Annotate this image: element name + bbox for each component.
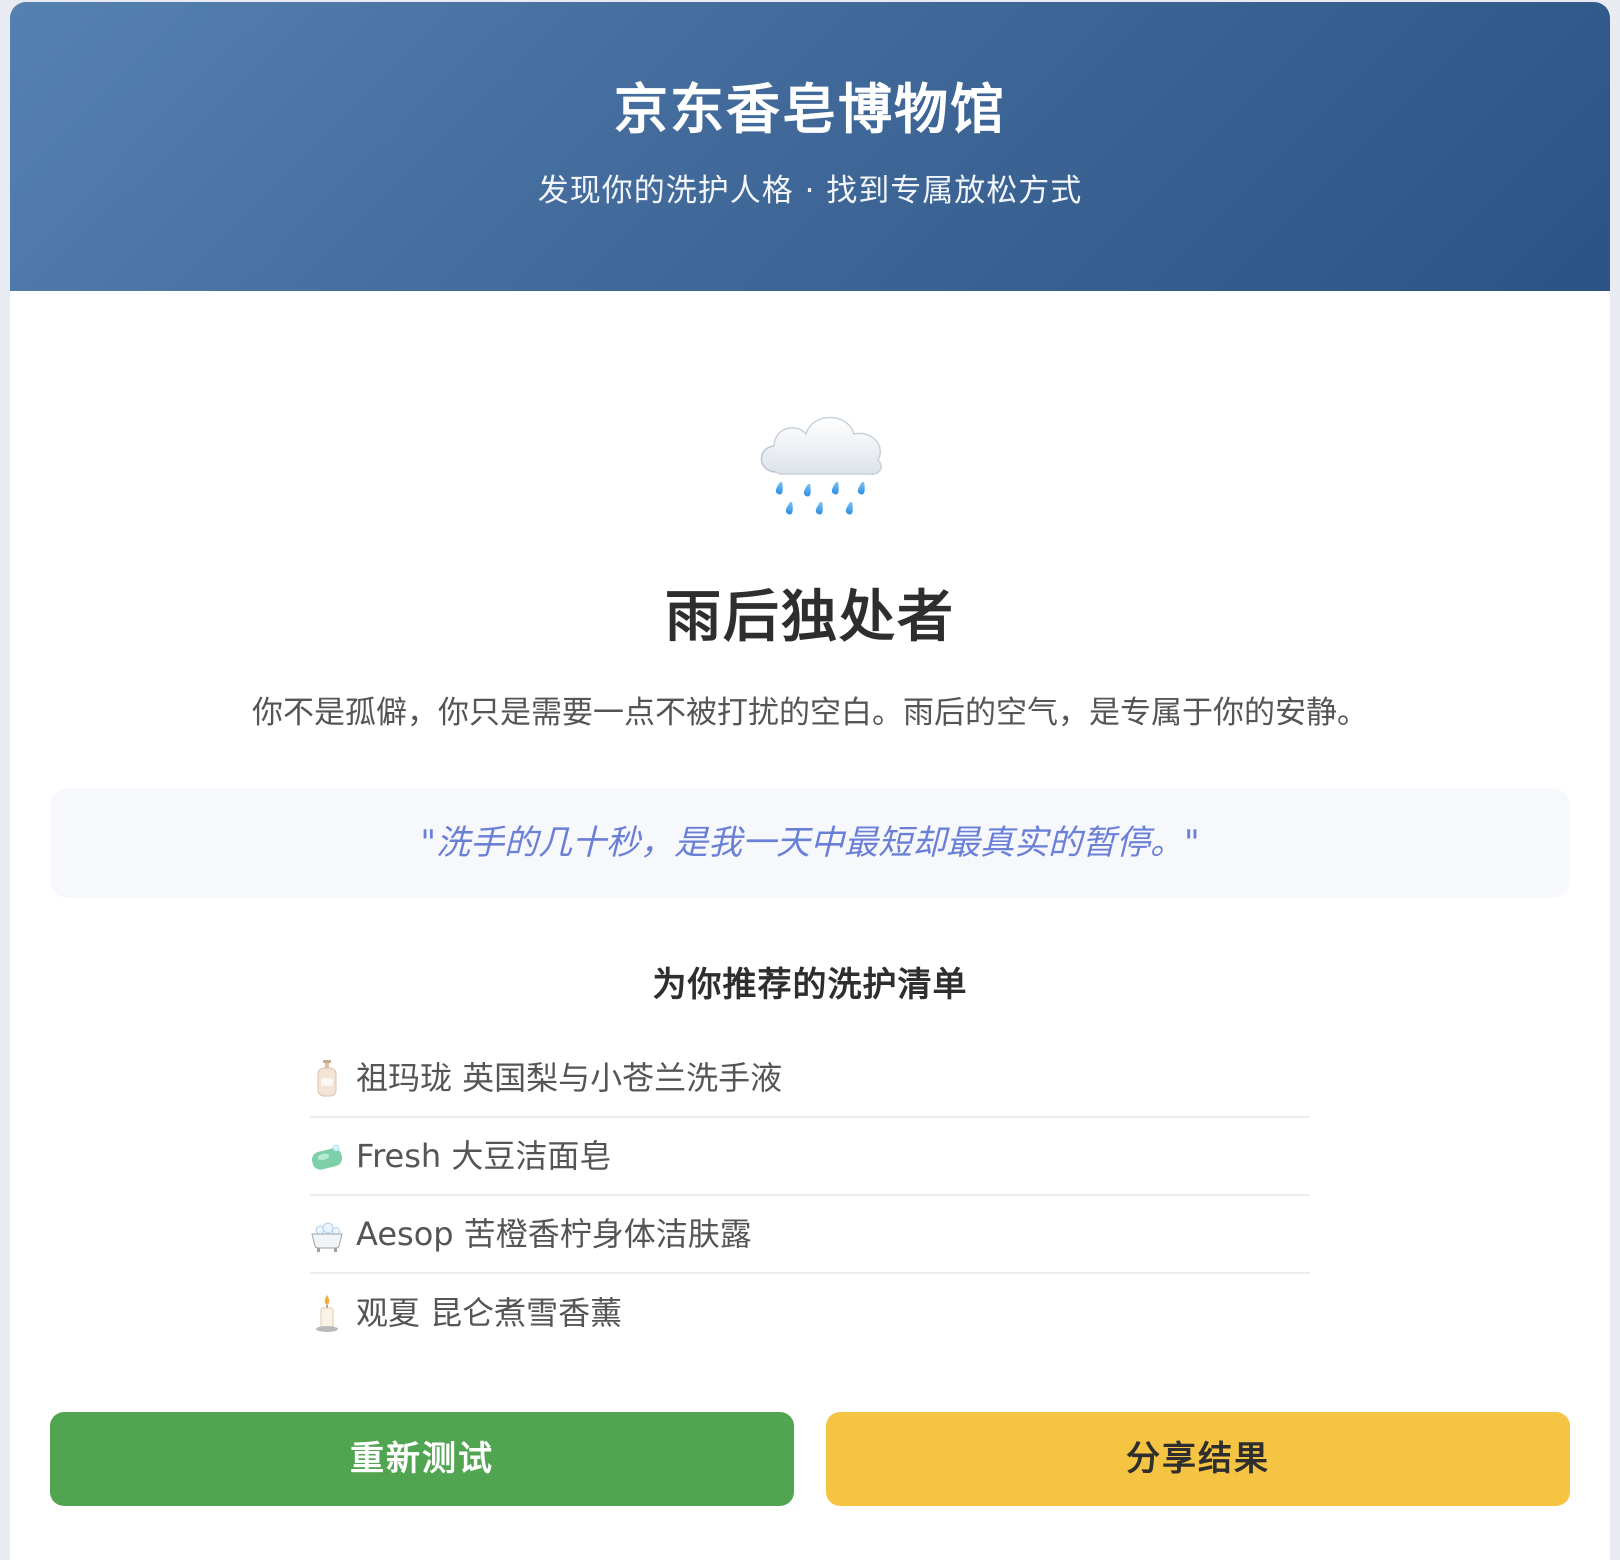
result-card: 京东香皂博物馆 发现你的洗护人格 · 找到专属放松方式 雨后独处者 你不是孤僻，… bbox=[10, 2, 1610, 1560]
header-banner: 京东香皂博物馆 发现你的洗护人格 · 找到专属放松方式 bbox=[10, 2, 1610, 291]
result-title: 雨后独处者 bbox=[665, 585, 955, 650]
list-item-label: Fresh 大豆洁面皂 bbox=[356, 1137, 612, 1175]
result-description: 你不是孤僻，你只是需要一点不被打扰的空白。雨后的空气，是专属于你的安静。 bbox=[252, 695, 1368, 731]
list-item-label: 祖玛珑 英国梨与小苍兰洗手液 bbox=[356, 1059, 783, 1097]
page-title: 京东香皂博物馆 bbox=[614, 78, 1006, 141]
retest-button[interactable]: 重新测试 bbox=[50, 1412, 794, 1506]
list-item: 祖玛珑 英国梨与小苍兰洗手液 bbox=[310, 1040, 1310, 1118]
list-item: Fresh 大豆洁面皂 bbox=[310, 1118, 1310, 1196]
recommendations-list: 祖玛珑 英国梨与小苍兰洗手液 Fresh 大豆洁面皂 Aesop 苦橙香柠身体洁… bbox=[310, 1040, 1310, 1352]
bathtub-icon bbox=[311, 1222, 343, 1252]
soap-icon bbox=[311, 1144, 343, 1170]
lotion-bottle-icon bbox=[317, 1060, 337, 1097]
rain-cloud-icon bbox=[760, 416, 882, 515]
list-item-label: 观夏 昆仑煮雪香薰 bbox=[356, 1294, 623, 1332]
share-result-button[interactable]: 分享结果 bbox=[826, 1412, 1570, 1506]
page-subtitle: 发现你的洗护人格 · 找到专属放松方式 bbox=[537, 173, 1083, 209]
list-item: Aesop 苦橙香柠身体洁肤露 bbox=[310, 1196, 1310, 1274]
quote-text: "洗手的几十秒，是我一天中最短却最真实的暂停。" bbox=[420, 823, 1200, 863]
list-item-label: Aesop 苦橙香柠身体洁肤露 bbox=[356, 1215, 752, 1253]
recommendations-title: 为你推荐的洗护清单 bbox=[652, 965, 968, 1005]
candle-icon bbox=[316, 1295, 338, 1332]
quote-box: "洗手的几十秒，是我一天中最短却最真实的暂停。" bbox=[50, 788, 1570, 898]
list-item: 观夏 昆仑煮雪香薰 bbox=[310, 1274, 1310, 1352]
